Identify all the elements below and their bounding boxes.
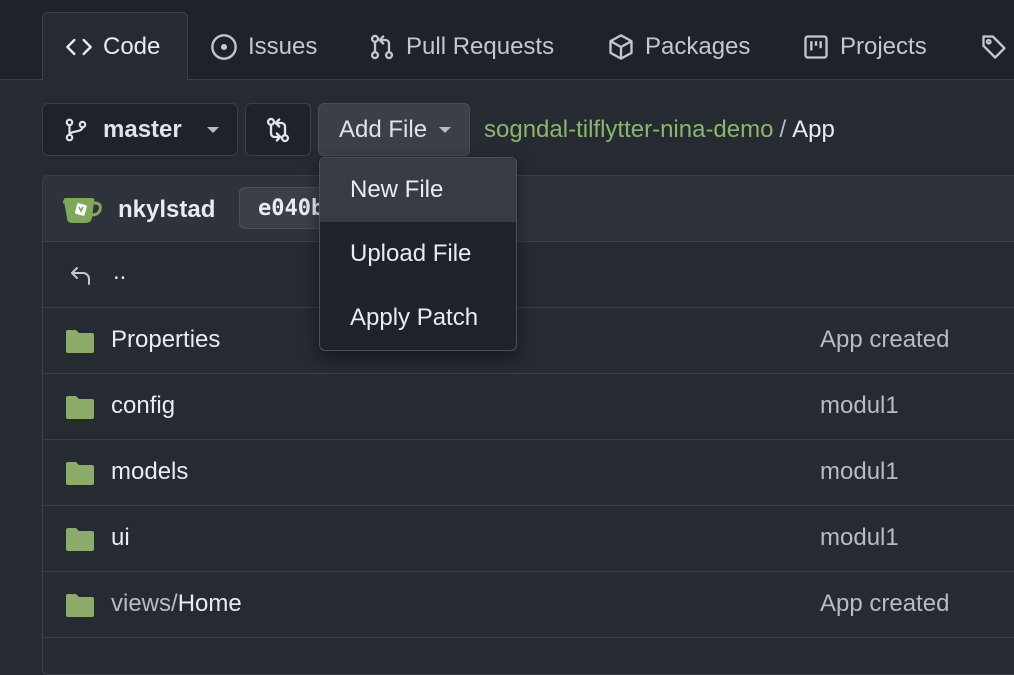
add-file-button[interactable]: Add File: [318, 103, 470, 156]
folder-icon: [66, 330, 94, 353]
tab-releases[interactable]: [980, 12, 1014, 81]
folder-icon: [66, 462, 94, 485]
avatar[interactable]: [61, 194, 103, 226]
file-name-text: Properties: [111, 326, 221, 353]
issue-icon: [211, 33, 237, 60]
tab-label: Pull Requests: [406, 32, 555, 60]
menu-item-upload-file[interactable]: Upload File: [320, 222, 516, 286]
table-row[interactable]: ui modul1: [43, 506, 1014, 572]
table-row[interactable]: Properties App created: [43, 308, 1014, 374]
tag-icon: [982, 34, 1006, 59]
file-name[interactable]: ui: [111, 524, 130, 552]
add-file-label: Add File: [339, 115, 428, 143]
file-name[interactable]: config: [111, 392, 175, 420]
breadcrumb: sogndal-tilflytter-nina-demo / App: [484, 113, 835, 147]
table-row[interactable]: views/Home App created: [43, 572, 1014, 638]
commit-message[interactable]: App created: [820, 326, 949, 354]
folder-icon: [66, 594, 94, 617]
menu-item-new-file[interactable]: New File: [320, 158, 516, 222]
commit-message[interactable]: modul1: [820, 458, 899, 486]
commit-author[interactable]: nkylstad: [118, 196, 215, 224]
latest-commit-header: nkylstad e040b: [43, 176, 1014, 242]
tab-label: Code: [103, 33, 161, 60]
compare-icon: [266, 117, 290, 142]
current-path: App: [792, 116, 835, 143]
breadcrumb-separator: /: [779, 116, 787, 143]
branch-name: master: [103, 115, 182, 143]
project-icon: [804, 34, 828, 59]
table-row[interactable]: models modul1: [43, 440, 1014, 506]
commit-message[interactable]: modul1: [820, 524, 899, 552]
repo-tab-bar: Code Issues Pull Requests Packages Proje…: [0, 0, 1014, 81]
tab-pull-requests[interactable]: Pull Requests: [368, 12, 554, 81]
package-icon: [609, 33, 633, 60]
file-name[interactable]: Properties: [111, 326, 220, 354]
pull-request-icon: [370, 34, 394, 59]
tab-label: Issues: [248, 32, 318, 60]
parent-directory-link[interactable]: ..: [113, 258, 126, 286]
commit-message[interactable]: App created: [820, 590, 949, 618]
tab-packages[interactable]: Packages: [607, 12, 750, 81]
repo-link[interactable]: sogndal-tilflytter-nina-demo: [484, 116, 773, 144]
tab-code[interactable]: Code: [42, 12, 188, 81]
chevron-down-icon: [439, 126, 452, 133]
file-name-text: models: [111, 458, 189, 485]
menu-item-apply-patch[interactable]: Apply Patch: [320, 286, 516, 350]
folder-icon: [66, 528, 94, 551]
commit-message[interactable]: modul1: [820, 392, 899, 420]
file-name-text: config: [111, 392, 176, 419]
tab-label: Packages: [645, 32, 751, 60]
file-name-text: Home: [177, 590, 242, 617]
folder-icon: [66, 396, 94, 419]
tab-issues[interactable]: Issues: [210, 12, 317, 81]
file-name-text: ui: [111, 524, 130, 551]
back-arrow-icon: [71, 267, 90, 285]
compare-button[interactable]: [245, 103, 311, 156]
parent-directory-row[interactable]: ..: [43, 242, 1014, 308]
add-file-menu: New File Upload File Apply Patch: [319, 157, 517, 351]
tab-label: Projects: [840, 32, 927, 60]
file-name[interactable]: models: [111, 458, 188, 486]
tab-projects[interactable]: Projects: [802, 12, 927, 81]
table-row[interactable]: config modul1: [43, 374, 1014, 440]
file-table: nkylstad e040b .. Properties App created…: [42, 175, 1014, 675]
branch-selector[interactable]: master: [42, 103, 238, 156]
file-name-prefix: views/: [111, 590, 178, 617]
chevron-down-icon: [207, 126, 219, 133]
file-name[interactable]: views/Home: [111, 590, 242, 618]
code-icon: [66, 38, 92, 56]
branch-icon: [65, 118, 87, 141]
